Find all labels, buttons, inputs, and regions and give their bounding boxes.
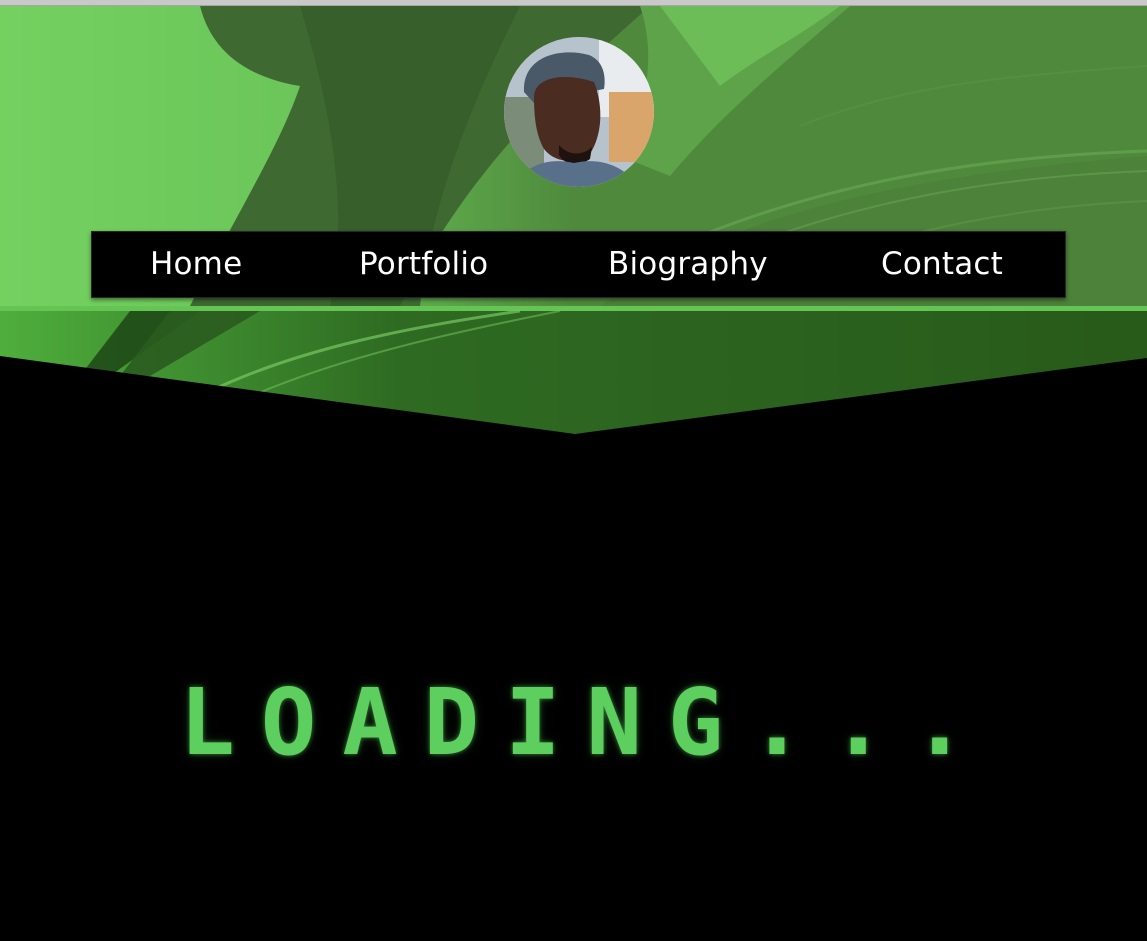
section-divider-band	[0, 306, 1147, 436]
page: Home Portfolio Biography Contact LOADING…	[0, 0, 1147, 941]
avatar	[504, 37, 654, 187]
nav-home-link[interactable]: Home	[150, 246, 242, 282]
nav-portfolio-link[interactable]: Portfolio	[359, 246, 488, 282]
loading-text: LOADING...	[179, 669, 994, 776]
nav-contact-link[interactable]: Contact	[881, 246, 1003, 282]
nav-biography-link[interactable]: Biography	[608, 246, 768, 282]
main-nav: Home Portfolio Biography Contact	[91, 231, 1066, 298]
